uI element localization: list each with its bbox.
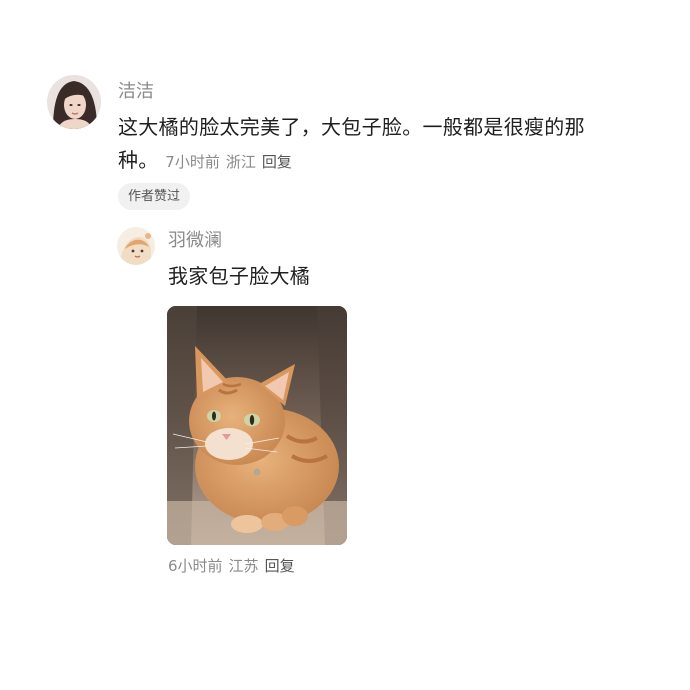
reply-location: 江苏 (228, 557, 259, 575)
commenter-avatar[interactable] (47, 75, 101, 129)
comment-thread: 洁洁 这大橘的脸太完美了，大包子脸。一般都是很瘦的那种。 7小时前 浙江 回复 作者… (0, 0, 690, 690)
author-liked-badge: 作者赞过 (118, 183, 191, 210)
user-avatar-illustration-icon (117, 227, 155, 265)
cat-photo-icon (167, 306, 347, 545)
reply-reply-button[interactable]: 回复 (265, 557, 295, 575)
commenter-name[interactable]: 洁洁 (118, 83, 154, 101)
comment-meta: 7小时前 浙江 回复 (165, 153, 292, 171)
reply-meta: 6小时前 江苏 回复 (168, 556, 295, 576)
comment-body: 这大橘的脸太完美了，大包子脸。一般都是很瘦的那种。 7小时前 浙江 回复 (118, 111, 598, 179)
comment-time: 7小时前 (165, 153, 220, 171)
user-avatar-photo-icon (47, 75, 101, 129)
reply-body: 我家包子脸大橘 (168, 264, 311, 288)
replier-avatar[interactable] (117, 227, 155, 265)
comment-location: 浙江 (225, 153, 256, 171)
reply-time: 6小时前 (168, 557, 223, 575)
replier-name[interactable]: 羽微澜 (168, 232, 222, 250)
reply-button[interactable]: 回复 (262, 153, 292, 171)
reply-photo[interactable] (167, 306, 347, 545)
